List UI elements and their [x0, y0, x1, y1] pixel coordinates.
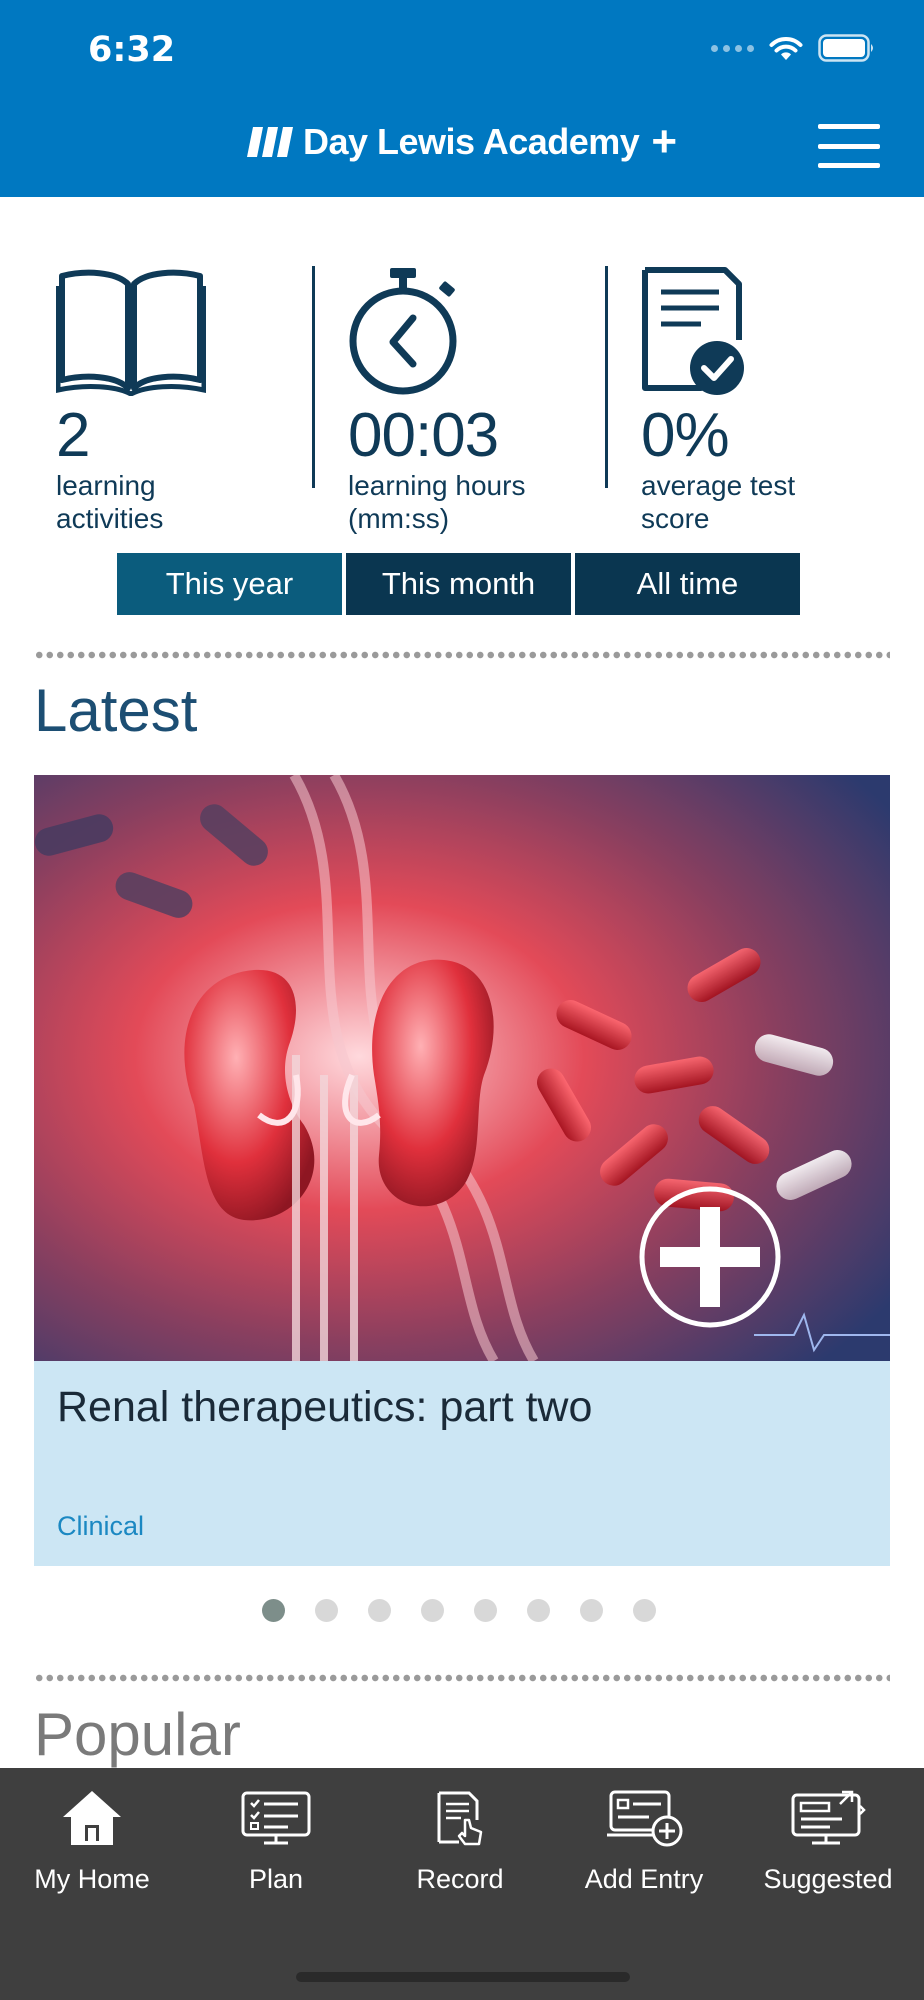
tab-this-month[interactable]: This month: [346, 553, 571, 615]
wifi-icon: [769, 37, 803, 60]
book-icon: [55, 269, 207, 397]
tab-label: Add Entry: [584, 1864, 704, 1894]
cellular-signal-icon: [711, 44, 754, 52]
stat-value: 0%: [641, 401, 730, 470]
carousel-dot[interactable]: [527, 1599, 550, 1622]
article-image: [34, 775, 890, 1361]
stat-divider: [312, 266, 315, 488]
tab-suggested[interactable]: Suggested: [736, 1768, 920, 1918]
test-score-icon: [642, 267, 744, 395]
tab-my-home[interactable]: My Home: [0, 1768, 184, 1918]
stat-learning-activities: 2 learning activities: [55, 266, 207, 535]
stat-label-line2: score: [641, 503, 710, 534]
stat-learning-hours: 00:03 learning hours (mm:ss): [348, 266, 525, 535]
tab-label: My Home: [34, 1864, 150, 1894]
article-card-body: Renal therapeutics: part two Clinical: [34, 1361, 890, 1566]
section-divider: [34, 651, 890, 659]
brand-name: Day Lewis Academy: [302, 121, 640, 162]
tab-label: Plan: [248, 1864, 304, 1894]
brand-plus: +: [651, 117, 678, 166]
carousel-dot[interactable]: [368, 1599, 391, 1622]
tab-label: Suggested: [763, 1864, 893, 1894]
stat-label-line1: average test: [641, 470, 796, 501]
carousel-dot[interactable]: [315, 1599, 338, 1622]
tab-this-year[interactable]: This year: [117, 553, 342, 615]
stat-average-test-score: 0% average test score: [641, 266, 795, 535]
tab-label: Record: [416, 1864, 504, 1894]
app-header: 6:32 Day Lewis Academy +: [0, 0, 924, 197]
home-icon: [63, 1791, 121, 1845]
status-time: 6:32: [88, 30, 176, 70]
latest-article-card[interactable]: Renal therapeutics: part two Clinical: [34, 775, 890, 1566]
stat-label-line2: activities: [56, 503, 164, 534]
stat-label-line1: learning hours: [348, 470, 526, 501]
carousel-dot[interactable]: [633, 1599, 656, 1622]
tab-record[interactable]: Record: [368, 1768, 552, 1918]
tab-all-time[interactable]: All time: [575, 553, 800, 615]
add-entry-icon: [607, 1790, 683, 1847]
section-divider: [34, 1674, 890, 1682]
home-indicator: [296, 1972, 630, 1982]
record-icon: [437, 1791, 483, 1846]
time-range-tabs: This year This month All time: [117, 553, 800, 615]
stat-label-line2: (mm:ss): [348, 503, 450, 534]
stat-value: 00:03: [348, 401, 499, 470]
battery-icon: [818, 34, 873, 62]
bottom-tab-bar: My Home Plan Record Add Entry Suggested: [0, 1768, 924, 2000]
plan-icon: [241, 1791, 311, 1845]
article-category: Clinical: [57, 1511, 145, 1541]
latest-section-title: Latest: [34, 677, 198, 744]
stat-value: 2: [56, 401, 90, 470]
carousel-dot[interactable]: [474, 1599, 497, 1622]
status-icons: [711, 34, 876, 62]
carousel-dot[interactable]: [580, 1599, 603, 1622]
carousel-dot[interactable]: [262, 1599, 285, 1622]
tab-add-entry[interactable]: Add Entry: [552, 1768, 736, 1918]
stat-divider: [605, 266, 608, 488]
article-title: Renal therapeutics: part two: [57, 1383, 593, 1431]
hamburger-menu-button[interactable]: [818, 124, 880, 168]
popular-section-title: Popular: [34, 1701, 241, 1768]
carousel-dot[interactable]: [421, 1599, 444, 1622]
stat-label-line1: learning: [56, 470, 156, 501]
tab-plan[interactable]: Plan: [184, 1768, 368, 1918]
stopwatch-icon: [349, 268, 457, 395]
brand-logo: Day Lewis Academy +: [0, 120, 924, 164]
brand-mark-icon: [246, 127, 293, 157]
hamburger-icon: [818, 124, 880, 129]
carousel-pagination: [262, 1599, 656, 1622]
suggested-icon: [791, 1790, 866, 1845]
